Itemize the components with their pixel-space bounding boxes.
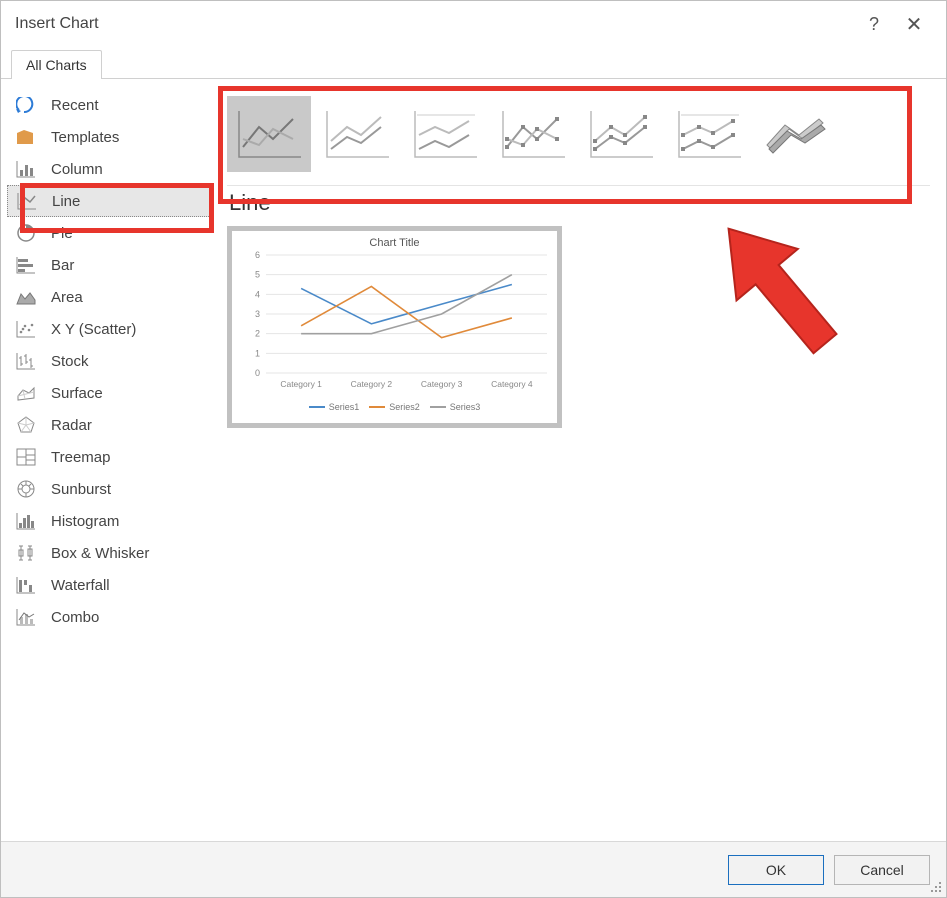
category-pie[interactable]: Pie: [7, 217, 213, 249]
category-label: Line: [52, 193, 80, 210]
bar-icon: [15, 254, 37, 276]
legend-series2: Series2: [369, 402, 420, 412]
insert-chart-dialog: Insert Chart ? ✕ All Charts Recent: [0, 0, 947, 898]
boxwhisker-icon: [15, 542, 37, 564]
preview-plot: 0 1 2 3 4 5 6 Category 1 Category 2 Category 3 Cat…: [232, 249, 557, 397]
category-sunburst[interactable]: Sunburst: [7, 473, 213, 505]
dialog-content: Recent Templates Column: [1, 79, 946, 841]
category-label: Waterfall: [51, 577, 110, 594]
svg-text:2: 2: [255, 329, 260, 339]
subtype-title: Line: [229, 190, 930, 216]
scatter-icon: [15, 318, 37, 340]
category-combo[interactable]: Combo: [7, 601, 213, 633]
svg-text:4: 4: [255, 289, 260, 299]
tab-strip: All Charts: [1, 47, 946, 79]
category-label: Histogram: [51, 513, 119, 530]
area-icon: [15, 286, 37, 308]
category-area[interactable]: Area: [7, 281, 213, 313]
sunburst-icon: [15, 478, 37, 500]
category-label: Stock: [51, 353, 89, 370]
svg-text:Category 1: Category 1: [280, 379, 322, 389]
subtype-100-stacked-line[interactable]: [403, 96, 487, 172]
chart-preview: Chart Title 0 1 2 3 4 5 6 Category 1 Category 2 C…: [232, 237, 557, 423]
help-button[interactable]: ?: [854, 4, 894, 44]
category-templates[interactable]: Templates: [7, 121, 213, 153]
category-label: X Y (Scatter): [51, 321, 136, 338]
category-label: Sunburst: [51, 481, 111, 498]
svg-text:Category 4: Category 4: [491, 379, 533, 389]
treemap-icon: [15, 446, 37, 468]
radar-icon: [15, 414, 37, 436]
category-label: Column: [51, 161, 103, 178]
close-button[interactable]: ✕: [894, 4, 934, 44]
resize-grip-icon[interactable]: [929, 880, 943, 894]
stock-icon: [15, 350, 37, 372]
category-label: Area: [51, 289, 83, 306]
tab-all-charts[interactable]: All Charts: [11, 50, 102, 79]
surface-icon: [15, 382, 37, 404]
svg-text:0: 0: [255, 368, 260, 378]
chart-preview-thumbnail[interactable]: Chart Title 0 1 2 3 4 5 6 Category 1 Category 2 C…: [227, 226, 562, 428]
chart-subtype-row: [227, 89, 930, 179]
ok-button[interactable]: OK: [728, 855, 824, 885]
dialog-title: Insert Chart: [15, 15, 854, 33]
dialog-footer: OK Cancel: [1, 841, 946, 897]
category-recent[interactable]: Recent: [7, 89, 213, 121]
category-histogram[interactable]: Histogram: [7, 505, 213, 537]
svg-text:1: 1: [255, 348, 260, 358]
category-label: Recent: [51, 97, 99, 114]
subtype-3d-line[interactable]: [755, 96, 839, 172]
category-treemap[interactable]: Treemap: [7, 441, 213, 473]
pie-icon: [15, 222, 37, 244]
category-line[interactable]: Line: [7, 185, 213, 217]
cancel-button[interactable]: Cancel: [834, 855, 930, 885]
category-bar[interactable]: Bar: [7, 249, 213, 281]
chart-category-list: Recent Templates Column: [7, 89, 213, 633]
titlebar: Insert Chart ? ✕: [1, 1, 946, 47]
subtype-stacked-line-markers[interactable]: [579, 96, 663, 172]
svg-text:Category 2: Category 2: [351, 379, 393, 389]
category-surface[interactable]: Surface: [7, 377, 213, 409]
subtype-line[interactable]: [227, 96, 311, 172]
subtype-stacked-line[interactable]: [315, 96, 399, 172]
category-column[interactable]: Column: [7, 153, 213, 185]
category-boxwhisker[interactable]: Box & Whisker: [7, 537, 213, 569]
category-label: Radar: [51, 417, 92, 434]
category-label: Box & Whisker: [51, 545, 149, 562]
category-label: Bar: [51, 257, 74, 274]
templates-icon: [15, 126, 37, 148]
svg-text:Category 3: Category 3: [421, 379, 463, 389]
svg-text:5: 5: [255, 270, 260, 280]
histogram-icon: [15, 510, 37, 532]
subtype-100-stacked-line-markers[interactable]: [667, 96, 751, 172]
column-icon: [15, 158, 37, 180]
recent-icon: [15, 94, 37, 116]
category-label: Templates: [51, 129, 119, 146]
preview-legend: Series1 Series2 Series3: [232, 402, 557, 412]
category-stock[interactable]: Stock: [7, 345, 213, 377]
subtype-line-markers[interactable]: [491, 96, 575, 172]
combo-icon: [15, 606, 37, 628]
category-waterfall[interactable]: Waterfall: [7, 569, 213, 601]
chart-category-sidebar: Recent Templates Column: [1, 79, 219, 841]
category-label: Treemap: [51, 449, 110, 466]
line-icon: [16, 190, 38, 212]
category-label: Surface: [51, 385, 103, 402]
category-scatter[interactable]: X Y (Scatter): [7, 313, 213, 345]
category-label: Pie: [51, 225, 73, 242]
svg-text:3: 3: [255, 309, 260, 319]
chart-subtype-panel: Line Chart Title 0 1 2 3 4 5 6 Category 1 Catego…: [219, 79, 946, 841]
waterfall-icon: [15, 574, 37, 596]
svg-text:6: 6: [255, 250, 260, 260]
category-label: Combo: [51, 609, 99, 626]
category-radar[interactable]: Radar: [7, 409, 213, 441]
legend-series1: Series1: [309, 402, 360, 412]
divider: [227, 185, 930, 186]
preview-chart-title: Chart Title: [232, 237, 557, 249]
legend-series3: Series3: [430, 402, 481, 412]
